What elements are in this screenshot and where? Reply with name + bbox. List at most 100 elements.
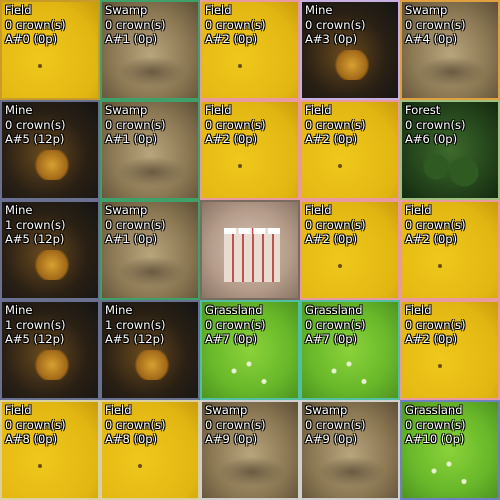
- board-tile[interactable]: Swamp 0 crown(s) A#1 (0p): [100, 200, 200, 300]
- field-mark-icon: [238, 164, 242, 168]
- tile-label: Swamp 0 crown(s) A#9 (0p): [305, 403, 365, 447]
- tile-terrain-name: Field: [405, 303, 432, 317]
- tile-terrain-name: Field: [205, 3, 232, 17]
- tile-terrain-name: Mine: [5, 303, 33, 317]
- tile-label: Swamp 0 crown(s) A#1 (0p): [105, 103, 165, 147]
- tile-terrain-name: Mine: [5, 103, 33, 117]
- castle-icon: [224, 228, 280, 282]
- trees-icon: [412, 142, 492, 192]
- tile-owner-score: A#6 (0p): [405, 132, 458, 146]
- swamp-mud-icon: [417, 57, 487, 87]
- tile-crown-count: 0 crown(s): [305, 117, 366, 132]
- tile-crown-count: 1 crown(s): [5, 317, 66, 332]
- grass-dots-icon: [322, 357, 382, 392]
- board-tile[interactable]: Swamp 0 crown(s) A#9 (0p): [300, 400, 400, 500]
- swamp-mud-icon: [117, 157, 187, 187]
- tile-crown-count: 0 crown(s): [5, 17, 66, 32]
- tile-owner-score: A#8 (0p): [105, 432, 158, 446]
- tile-crown-count: 0 crown(s): [405, 17, 466, 32]
- tile-label: Forest 0 crown(s) A#6 (0p): [405, 103, 465, 147]
- board-tile[interactable]: Field 0 crown(s) A#2 (0p): [300, 200, 400, 300]
- tile-crown-count: 0 crown(s): [105, 217, 166, 232]
- tile-owner-score: A#1 (0p): [105, 232, 158, 246]
- board-tile[interactable]: Swamp 0 crown(s) A#1 (0p): [100, 100, 200, 200]
- tile-label: Mine 1 crown(s) A#5 (12p): [105, 303, 165, 347]
- tile-owner-score: A#2 (0p): [205, 32, 258, 46]
- tile-label: Swamp 0 crown(s) A#4 (0p): [405, 3, 465, 47]
- tile-owner-score: A#2 (0p): [405, 232, 458, 246]
- tile-terrain-name: Mine: [5, 203, 33, 217]
- tile-terrain-name: Grassland: [205, 303, 263, 317]
- grass-dots-icon: [422, 457, 482, 492]
- tile-terrain-name: Field: [305, 203, 332, 217]
- board-tile[interactable]: Field 0 crown(s) A#2 (0p): [200, 0, 300, 100]
- mine-cart-icon: [32, 250, 72, 280]
- mine-cart-icon: [32, 350, 72, 380]
- board-tile[interactable]: Swamp 0 crown(s) A#1 (0p): [100, 0, 200, 100]
- board-tile[interactable]: Grassland 0 crown(s) A#7 (0p): [300, 300, 400, 400]
- board-tile[interactable]: Mine 1 crown(s) A#5 (12p): [0, 200, 100, 300]
- tile-terrain-name: Grassland: [305, 303, 363, 317]
- tile-terrain-name: Field: [405, 203, 432, 217]
- tile-crown-count: 0 crown(s): [5, 417, 66, 432]
- tile-label: Field 0 crown(s) A#2 (0p): [405, 303, 465, 347]
- board-tile[interactable]: Field 0 crown(s) A#8 (0p): [100, 400, 200, 500]
- tile-label: Grassland 0 crown(s) A#7 (0p): [205, 303, 265, 347]
- board-tile[interactable]: Field 0 crown(s) A#2 (0p): [300, 100, 400, 200]
- swamp-mud-icon: [117, 257, 187, 287]
- board-tile[interactable]: Mine 1 crown(s) A#5 (12p): [100, 300, 200, 400]
- tile-label: Mine 0 crown(s) A#3 (0p): [305, 3, 365, 47]
- tile-owner-score: A#9 (0p): [205, 432, 258, 446]
- tile-crown-count: 0 crown(s): [205, 17, 266, 32]
- board-tile[interactable]: Field 0 crown(s) A#2 (0p): [400, 200, 500, 300]
- tile-crown-count: 0 crown(s): [305, 17, 366, 32]
- tile-label: Swamp 0 crown(s) A#1 (0p): [105, 203, 165, 247]
- game-board: Field 0 crown(s) A#0 (0p) Swamp 0 crown(s) A#…: [0, 0, 500, 500]
- swamp-mud-icon: [217, 457, 287, 487]
- board-tile[interactable]: [200, 200, 300, 300]
- board-tile[interactable]: Mine 0 crown(s) A#3 (0p): [300, 0, 400, 100]
- tile-owner-score: A#10 (0p): [405, 432, 465, 446]
- board-tile[interactable]: Swamp 0 crown(s) A#9 (0p): [200, 400, 300, 500]
- tile-crown-count: 0 crown(s): [305, 417, 366, 432]
- board-tile[interactable]: Field 0 crown(s) A#2 (0p): [200, 100, 300, 200]
- field-mark-icon: [238, 64, 242, 68]
- tile-label: Mine 0 crown(s) A#5 (12p): [5, 103, 65, 147]
- field-mark-icon: [438, 364, 442, 368]
- field-mark-icon: [38, 64, 42, 68]
- tile-terrain-name: Field: [5, 403, 32, 417]
- board-tile[interactable]: Swamp 0 crown(s) A#4 (0p): [400, 0, 500, 100]
- board-tile[interactable]: Mine 1 crown(s) A#5 (12p): [0, 300, 100, 400]
- tile-crown-count: 1 crown(s): [5, 217, 66, 232]
- board-tile[interactable]: Field 0 crown(s) A#8 (0p): [0, 400, 100, 500]
- field-mark-icon: [138, 464, 142, 468]
- board-tile[interactable]: Field 0 crown(s) A#2 (0p): [400, 300, 500, 400]
- tile-owner-score: A#1 (0p): [105, 132, 158, 146]
- tile-crown-count: 0 crown(s): [105, 117, 166, 132]
- tile-owner-score: A#2 (0p): [305, 232, 358, 246]
- tile-crown-count: 0 crown(s): [205, 417, 266, 432]
- board-tile[interactable]: Field 0 crown(s) A#0 (0p): [0, 0, 100, 100]
- mine-cart-icon: [32, 150, 72, 180]
- tile-label: Grassland 0 crown(s) A#7 (0p): [305, 303, 365, 347]
- tile-crown-count: 0 crown(s): [305, 317, 366, 332]
- field-mark-icon: [338, 264, 342, 268]
- tile-owner-score: A#5 (12p): [105, 332, 165, 346]
- board-tile[interactable]: Grassland 0 crown(s) A#7 (0p): [200, 300, 300, 400]
- field-mark-icon: [338, 164, 342, 168]
- tile-crown-count: 0 crown(s): [205, 317, 266, 332]
- tile-label: Field 0 crown(s) A#2 (0p): [205, 3, 265, 47]
- tile-crown-count: 0 crown(s): [305, 217, 366, 232]
- tile-terrain-name: Swamp: [205, 403, 248, 417]
- tile-terrain-name: Mine: [305, 3, 333, 17]
- tile-crown-count: 1 crown(s): [105, 317, 166, 332]
- tile-owner-score: A#1 (0p): [105, 32, 158, 46]
- swamp-mud-icon: [317, 457, 387, 487]
- board-tile[interactable]: Forest 0 crown(s) A#6 (0p): [400, 100, 500, 200]
- tile-owner-score: A#5 (12p): [5, 232, 65, 246]
- board-tile[interactable]: Mine 0 crown(s) A#5 (12p): [0, 100, 100, 200]
- tile-label: Field 0 crown(s) A#2 (0p): [405, 203, 465, 247]
- tile-owner-score: A#7 (0p): [205, 332, 258, 346]
- tile-label: Grassland 0 crown(s) A#10 (0p): [405, 403, 465, 447]
- board-tile[interactable]: Grassland 0 crown(s) A#10 (0p): [400, 400, 500, 500]
